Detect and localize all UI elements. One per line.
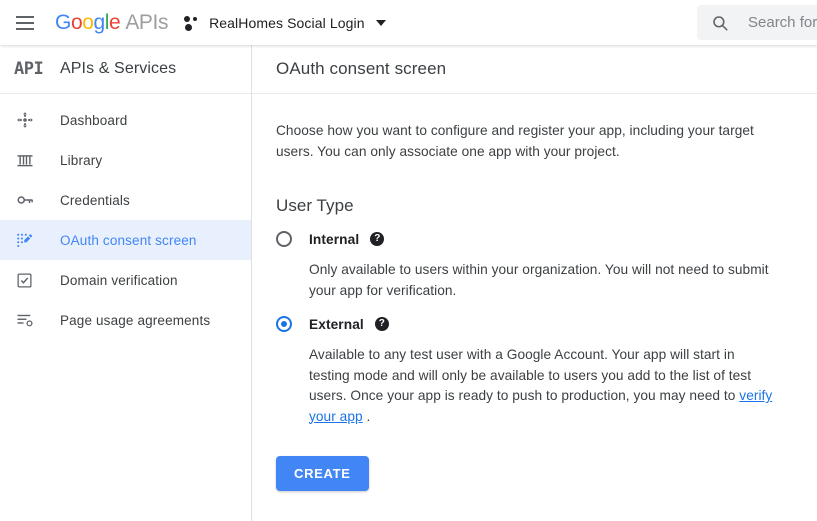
logo-letter: g xyxy=(94,11,105,35)
intro-text: Choose how you want to configure and reg… xyxy=(276,120,756,162)
page-agreements-icon xyxy=(16,311,44,329)
hamburger-line xyxy=(16,16,34,18)
domain-verification-icon xyxy=(16,272,44,289)
radio-internal[interactable] xyxy=(276,231,292,247)
top-app-bar: GoogleAPIs RealHomes Social Login Search… xyxy=(0,0,817,45)
sidebar-item-label: OAuth consent screen xyxy=(60,233,197,248)
user-type-heading: User Type xyxy=(276,196,793,216)
project-selector[interactable]: RealHomes Social Login xyxy=(184,0,386,45)
radio-label-external: External xyxy=(309,317,364,332)
oauth-consent-icon xyxy=(16,231,44,249)
sidebar-item-label: Library xyxy=(60,153,102,168)
project-name: RealHomes Social Login xyxy=(209,15,365,31)
help-icon[interactable]: ? xyxy=(375,317,389,331)
sidebar-item-label: Domain verification xyxy=(60,273,178,288)
page-title: OAuth consent screen xyxy=(276,59,446,79)
hamburger-menu-icon[interactable] xyxy=(0,0,48,45)
hamburger-line xyxy=(16,22,34,24)
sidebar-title: APIs & Services xyxy=(60,60,176,78)
sidebar-item-oauth-consent-screen[interactable]: OAuth consent screen xyxy=(0,220,251,260)
key-icon xyxy=(16,191,44,209)
logo-letter: o xyxy=(71,11,82,35)
radio-option-internal[interactable]: Internal ? xyxy=(276,231,793,247)
sidebar-item-domain-verification[interactable]: Domain verification xyxy=(0,260,251,300)
radio-label-internal: Internal xyxy=(309,232,359,247)
help-icon[interactable]: ? xyxy=(370,232,384,246)
main-body: Choose how you want to configure and reg… xyxy=(252,94,817,427)
dashboard-icon xyxy=(16,111,44,129)
logo-letter: o xyxy=(82,11,93,35)
main-content: OAuth consent screen Choose how you want… xyxy=(252,45,817,521)
sidebar-item-label: Page usage agreements xyxy=(60,313,210,328)
project-dots-icon xyxy=(184,15,200,31)
search-bar[interactable]: Search for xyxy=(697,5,817,40)
api-badge-icon: API xyxy=(14,59,46,79)
logo-suffix: APIs xyxy=(125,11,168,35)
sidebar-item-library[interactable]: Library xyxy=(0,140,251,180)
sidebar-item-label: Dashboard xyxy=(60,113,127,128)
chevron-down-icon xyxy=(376,20,386,26)
radio-description-external: Available to any test user with a Google… xyxy=(309,345,779,427)
search-input[interactable]: Search for xyxy=(748,14,817,31)
sidebar-item-label: Credentials xyxy=(60,193,130,208)
google-apis-logo[interactable]: GoogleAPIs xyxy=(55,11,168,35)
library-icon xyxy=(16,151,44,169)
sidebar: API APIs & Services Dashboard xyxy=(0,45,252,521)
hamburger-line xyxy=(16,28,34,30)
logo-letter: e xyxy=(109,11,120,35)
sidebar-item-page-usage-agreements[interactable]: Page usage agreements xyxy=(0,300,251,340)
main-header: OAuth consent screen xyxy=(252,45,817,94)
radio-option-external[interactable]: External ? xyxy=(276,316,793,332)
create-button[interactable]: CREATE xyxy=(276,456,369,491)
sidebar-item-dashboard[interactable]: Dashboard xyxy=(0,100,251,140)
sidebar-item-credentials[interactable]: Credentials xyxy=(0,180,251,220)
logo-letter: G xyxy=(55,11,71,35)
radio-description-internal: Only available to users within your orga… xyxy=(309,260,779,301)
radio-external[interactable] xyxy=(276,316,292,332)
radio-description-external-tail: . xyxy=(363,409,371,424)
search-icon xyxy=(711,14,729,32)
sidebar-header: API APIs & Services xyxy=(0,45,251,94)
sidebar-nav: Dashboard Library xyxy=(0,94,251,340)
radio-description-external-text: Available to any test user with a Google… xyxy=(309,347,751,403)
